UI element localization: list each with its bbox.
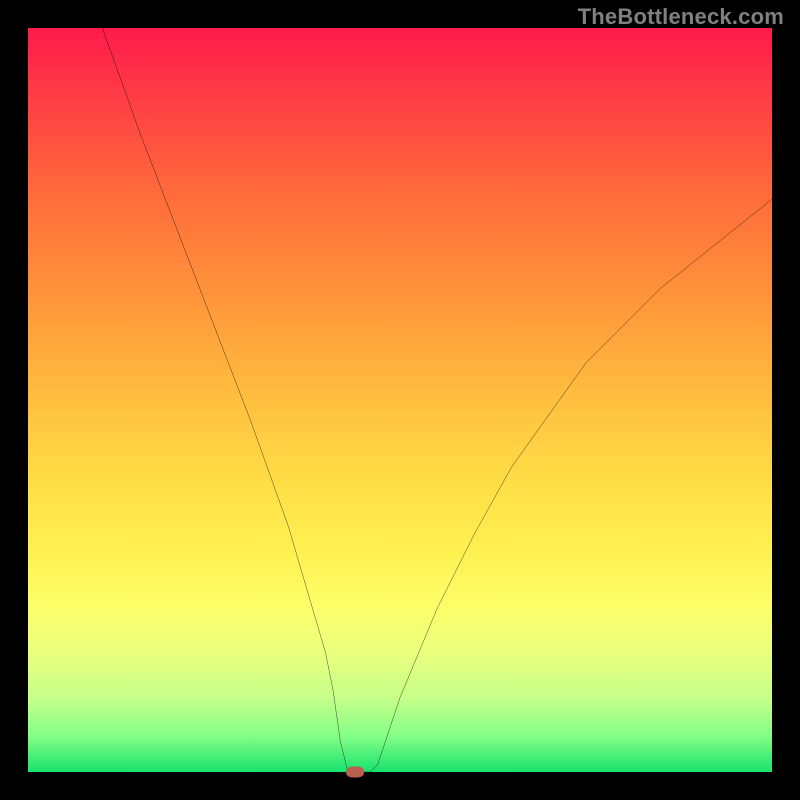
bottleneck-curve bbox=[28, 28, 772, 772]
curve-path bbox=[28, 28, 772, 772]
chart-frame: TheBottleneck.com bbox=[0, 0, 800, 800]
plot-area bbox=[28, 28, 772, 772]
watermark-text: TheBottleneck.com bbox=[578, 4, 784, 30]
optimal-point-marker bbox=[346, 767, 364, 778]
